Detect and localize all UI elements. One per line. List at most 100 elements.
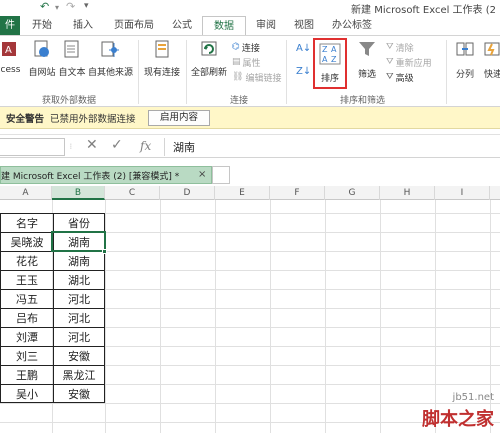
province-cell[interactable]: 河北 bbox=[54, 309, 104, 328]
ribbon-tabs: 件 开始 插入 页面布局 公式 数据 审阅 视图 办公标签 bbox=[0, 16, 500, 36]
clear-filter-icon: ⛛ bbox=[386, 42, 394, 52]
new-workbook-tab-button[interactable] bbox=[212, 166, 230, 184]
access-icon: A bbox=[2, 42, 16, 56]
connections-button[interactable]: ⌬ 连接 bbox=[232, 40, 260, 54]
flash-fill-button[interactable]: 快速 bbox=[480, 39, 500, 80]
name-cell[interactable]: 刘潭 bbox=[1, 328, 53, 347]
filter-button[interactable]: 筛选 bbox=[352, 39, 382, 80]
access-button[interactable]: A ccess bbox=[0, 39, 22, 75]
other-sources-icon bbox=[101, 41, 119, 57]
worksheet-grid[interactable]: 名字 省份 吴晓波 湖南 花花 湖南 王玉 湖北 冯五 河北 吕布 河北 刘潭 … bbox=[0, 200, 500, 433]
group-label-connections: 连接 bbox=[230, 96, 249, 106]
insert-function-icon[interactable]: fx bbox=[140, 139, 151, 153]
column-header-e[interactable]: E bbox=[215, 186, 270, 200]
filter-icon bbox=[359, 42, 375, 56]
web-icon bbox=[34, 40, 49, 57]
connections-icon: ⌬ bbox=[232, 42, 240, 52]
existing-connections-button[interactable]: 现有连接 bbox=[141, 39, 183, 78]
watermark-brand: 脚本之家 bbox=[422, 409, 494, 430]
column-header-d[interactable]: D bbox=[160, 186, 215, 200]
refresh-icon bbox=[201, 41, 217, 56]
tab-home[interactable]: 开始 bbox=[22, 16, 62, 35]
undo-dropdown-icon[interactable]: ▾ bbox=[55, 3, 59, 12]
sort-ascending-icon: A↓ bbox=[296, 43, 312, 54]
from-text-button[interactable]: 自文本 bbox=[58, 39, 86, 78]
column-header-g[interactable]: G bbox=[325, 186, 380, 200]
qat-customize-icon[interactable]: ▾ bbox=[84, 1, 89, 11]
name-cell[interactable]: 王玉 bbox=[1, 271, 53, 290]
window-title: 新建 Microsoft Excel 工作表 (2 bbox=[351, 5, 496, 16]
name-cell[interactable]: 花花 bbox=[1, 252, 53, 271]
sort-az-button[interactable]: A↓ Z↓ bbox=[296, 42, 311, 78]
column-header-h[interactable]: H bbox=[380, 186, 435, 200]
province-cell[interactable]: 湖南 bbox=[54, 252, 104, 271]
edit-links-icon: ⛓ bbox=[232, 72, 244, 82]
undo-icon[interactable]: ↶ bbox=[40, 0, 49, 13]
column-header-c[interactable]: C bbox=[105, 186, 160, 200]
tab-review[interactable]: 审阅 bbox=[248, 16, 284, 35]
name-box[interactable] bbox=[0, 138, 65, 156]
column-header-f[interactable]: F bbox=[270, 186, 325, 200]
security-warning-bar: 安全警告 已禁用外部数据连接 启用内容 bbox=[0, 107, 500, 129]
clear-button[interactable]: ⛛ 清除 bbox=[386, 40, 414, 54]
enter-icon[interactable]: ✓ bbox=[111, 137, 123, 153]
province-cell[interactable]: 安徽 bbox=[54, 347, 104, 366]
split-icon bbox=[456, 42, 474, 56]
formula-bar-grip-icon: ⋮ bbox=[68, 143, 74, 150]
name-cell[interactable]: 刘三 bbox=[1, 347, 53, 366]
from-web-button[interactable]: 自网站 bbox=[28, 39, 56, 78]
close-icon[interactable]: × bbox=[198, 169, 206, 180]
advanced-filter-icon: ⛛ bbox=[386, 72, 394, 82]
name-cell[interactable]: 冯五 bbox=[1, 290, 53, 309]
workbook-tab[interactable]: 建 Microsoft Excel 工作表 (2) [兼容模式] * × bbox=[0, 166, 212, 184]
reapply-button[interactable]: ⛛ 重新应用 bbox=[386, 55, 432, 69]
fill-handle[interactable] bbox=[102, 249, 107, 254]
name-cell[interactable]: 吕布 bbox=[1, 309, 53, 328]
province-cell[interactable]: 河北 bbox=[54, 290, 104, 309]
existing-connections-icon bbox=[155, 40, 169, 58]
tab-file[interactable]: 件 bbox=[0, 16, 20, 35]
tab-view[interactable]: 视图 bbox=[286, 16, 322, 35]
formula-input[interactable]: 湖南 bbox=[173, 139, 195, 155]
ribbon: A ccess 自网站 自文本 自其他来源 现有连接 获取外部数据 全部刷新 ⌬… bbox=[0, 35, 500, 107]
enable-content-button[interactable]: 启用内容 bbox=[148, 110, 210, 126]
province-cell[interactable]: 湖北 bbox=[54, 271, 104, 290]
properties-button[interactable]: ▤ 属性 bbox=[232, 55, 261, 69]
tab-page-layout[interactable]: 页面布局 bbox=[104, 16, 164, 35]
sort-descending-icon: Z↓ bbox=[296, 66, 312, 77]
province-cell[interactable]: 黑龙江 bbox=[54, 366, 104, 385]
column-header-overflow bbox=[490, 186, 500, 200]
tab-data[interactable]: 数据 bbox=[202, 16, 246, 36]
name-cell[interactable]: 王鹏 bbox=[1, 366, 53, 385]
grid-line bbox=[325, 200, 326, 433]
svg-text:A: A bbox=[5, 45, 12, 56]
watermark-site: jb51.net bbox=[452, 392, 494, 403]
text-to-columns-button[interactable]: 分列 bbox=[452, 39, 478, 80]
sort-button[interactable]: Z A A Z 排序 bbox=[313, 38, 347, 89]
header-name-cell[interactable]: 名字 bbox=[1, 214, 53, 233]
from-other-sources-button[interactable]: 自其他来源 bbox=[88, 39, 133, 78]
column-header-a[interactable]: A bbox=[0, 186, 52, 200]
tab-formulas[interactable]: 公式 bbox=[164, 16, 200, 35]
grid-line bbox=[215, 200, 216, 433]
cancel-icon[interactable]: ✕ bbox=[86, 137, 98, 153]
svg-text:Z: Z bbox=[331, 55, 337, 64]
tab-office-tabs[interactable]: 办公标签 bbox=[324, 16, 380, 35]
column-header-i[interactable]: I bbox=[435, 186, 490, 200]
name-cell[interactable]: 吴小 bbox=[1, 385, 53, 404]
ribbon-separator bbox=[186, 40, 187, 104]
grid-line bbox=[380, 200, 381, 433]
province-cell[interactable]: 河北 bbox=[54, 328, 104, 347]
column-header-b[interactable]: B bbox=[52, 186, 105, 200]
formula-bar: ⋮ ✕ ✓ fx 湖南 bbox=[0, 134, 500, 158]
province-cell[interactable]: 安徽 bbox=[54, 385, 104, 404]
refresh-all-button[interactable]: 全部刷新 bbox=[188, 39, 230, 78]
grid-line bbox=[160, 200, 161, 433]
redo-icon[interactable]: ↷ bbox=[66, 0, 75, 13]
edit-links-button[interactable]: ⛓ 编辑链接 bbox=[232, 70, 281, 84]
name-cell[interactable]: 吴晓波 bbox=[1, 233, 53, 252]
tab-insert[interactable]: 插入 bbox=[64, 16, 102, 35]
active-cell-indicator bbox=[51, 231, 106, 252]
advanced-button[interactable]: ⛛ 高级 bbox=[386, 70, 414, 84]
sort-icon: Z A A Z bbox=[319, 43, 341, 65]
